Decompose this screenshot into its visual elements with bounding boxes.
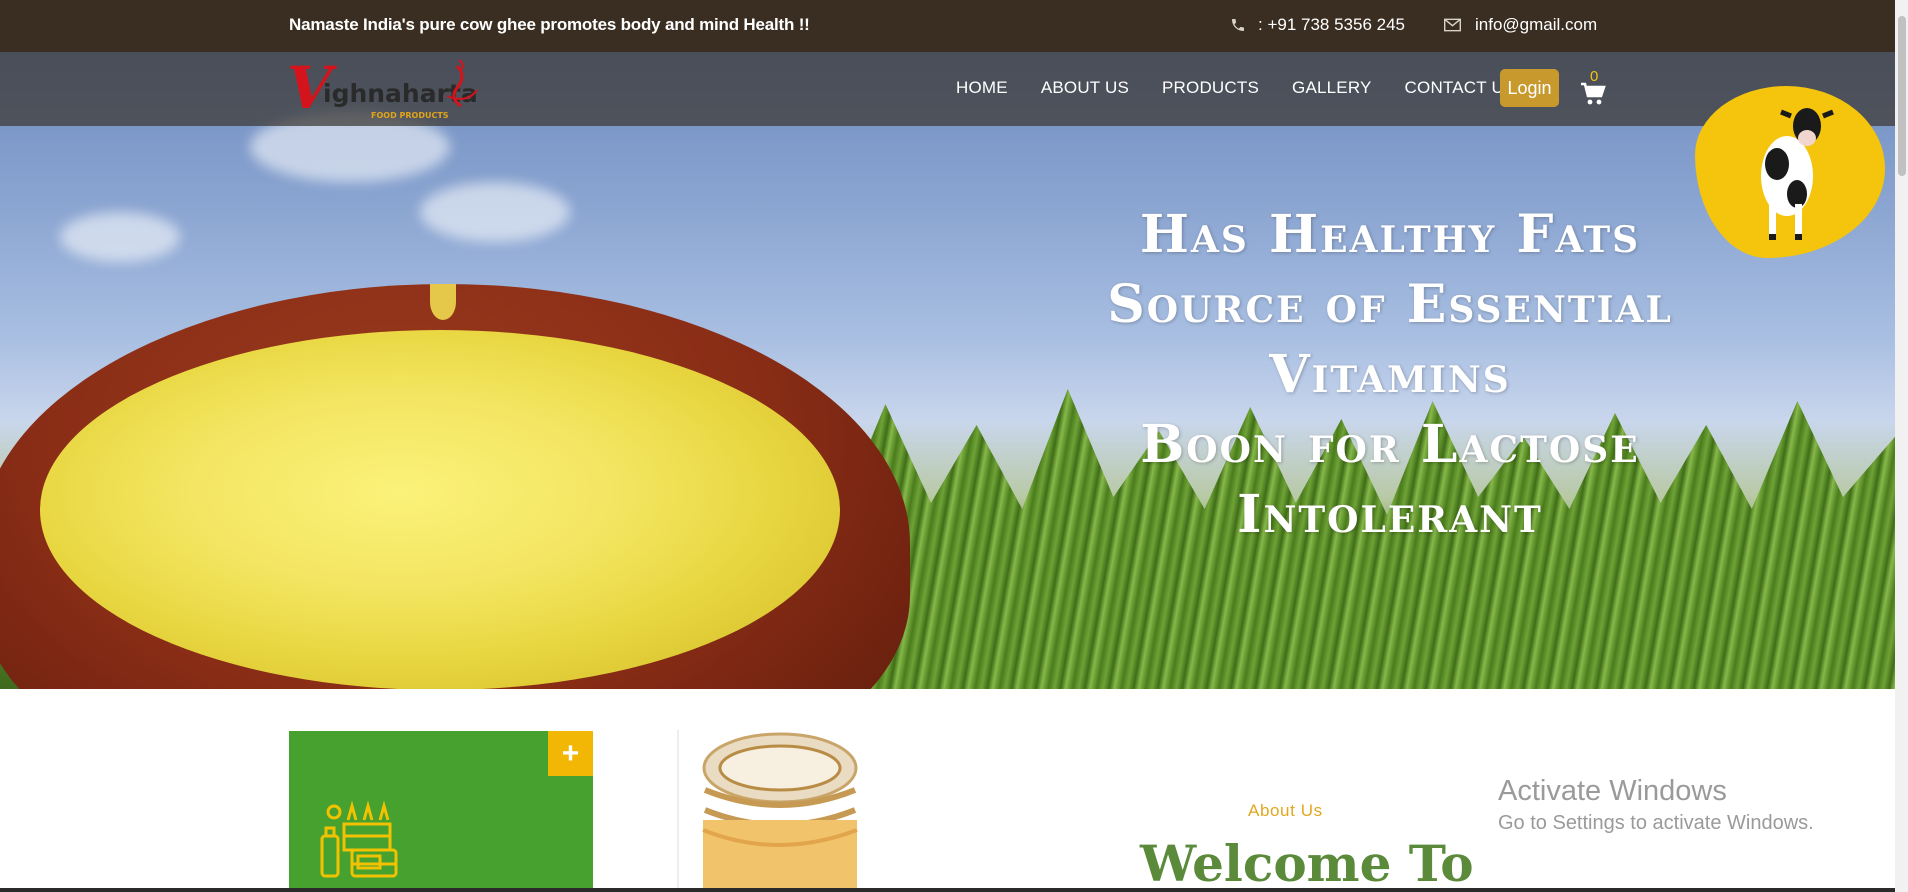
taskbar-edge [0,888,1895,892]
hero-line: Has Healthy Fats [1139,204,1641,265]
email-address: info@gmail.com [1475,15,1598,34]
tagline: Namaste India's pure cow ghee promotes b… [289,15,810,34]
hero-line: Source of Essential Vitamins [1107,274,1673,405]
nav-item-home[interactable]: HOME [956,78,1008,98]
cloud-shape [60,212,180,262]
scrollbar-thumb[interactable] [1898,16,1906,176]
svg-text:FOOD PRODUCTS: FOOD PRODUCTS [371,111,449,120]
hero-line: Boon for Lactose Intolerant [1140,414,1640,545]
nav-item-products[interactable]: PRODUCTS [1162,78,1259,98]
expand-plus-button[interactable]: + [548,731,593,776]
watermark-subtitle: Go to Settings to activate Windows. [1498,812,1814,834]
login-button[interactable]: Login [1500,69,1559,107]
top-info-bar: Namaste India's pure cow ghee promotes b… [0,0,1895,52]
cart-button[interactable] [1580,82,1606,111]
phone-contact[interactable]: : +91 738 5356 245 [1230,15,1405,35]
brand-logo[interactable]: V ighnaharta FOOD PRODUCTS [287,54,487,124]
nav-item-about-us[interactable]: ABOUT US [1041,78,1129,98]
cloud-shape [420,182,570,242]
email-contact[interactable]: info@gmail.com [1444,15,1597,35]
about-us-label: About Us [1248,801,1323,820]
welcome-heading: Welcome To [1140,834,1474,892]
ghee-jar-image [675,730,895,892]
logo-icon: V ighnaharta FOOD PRODUCTS [287,54,478,122]
phone-icon [1232,19,1244,31]
envelope-icon [1444,18,1461,32]
ghee-image [40,330,840,689]
shopping-cart-icon [1581,82,1606,105]
nav-menu: HOME ABOUT US PRODUCTS GALLERY CONTACT U… [956,78,1548,98]
ghee-drip [430,284,456,320]
hero-headline: Has Healthy Fats Source of Essential Vit… [1000,200,1780,550]
farm-products-icon [318,798,400,885]
windows-activation-watermark: Activate Windows Go to Settings to activ… [1498,775,1814,835]
nav-item-gallery[interactable]: GALLERY [1292,78,1372,98]
nav-item-contact-us[interactable]: CONTACT US [1405,78,1516,98]
phone-number: : +91 738 5356 245 [1258,15,1405,34]
watermark-title: Activate Windows [1498,775,1727,807]
main-navbar: V ighnaharta FOOD PRODUCTS HOME ABOUT US… [0,52,1895,126]
